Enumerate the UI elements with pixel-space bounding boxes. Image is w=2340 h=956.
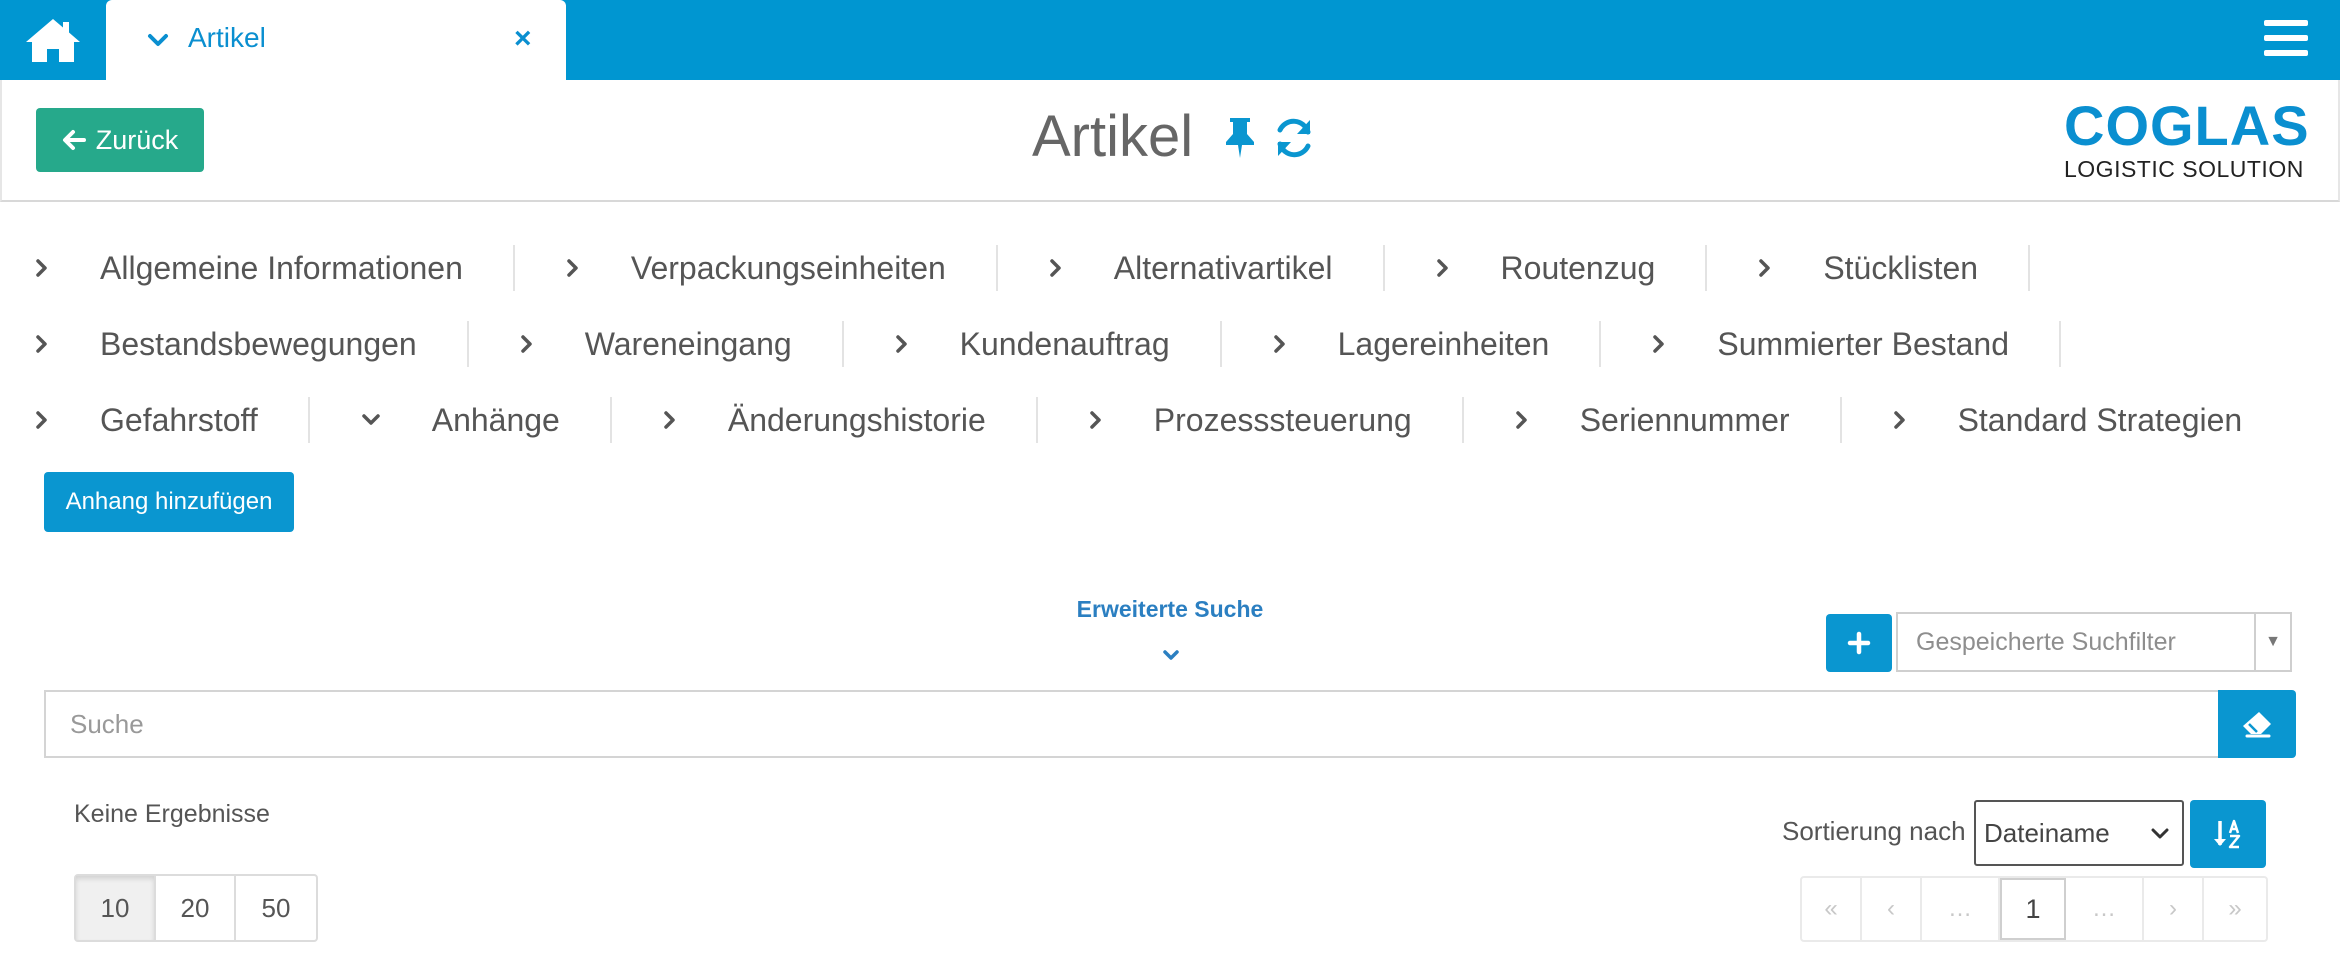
saved-filter-placeholder: Gespeicherte Suchfilter [1916, 628, 2176, 656]
sort-direction-button[interactable] [2190, 800, 2266, 868]
add-search-filter-button[interactable] [1826, 614, 1892, 672]
nav-item-label: Prozesssteuerung [1153, 401, 1412, 438]
pagination-next[interactable]: › [2144, 878, 2204, 940]
chevron-right-icon [36, 411, 47, 429]
nav-item-label: Anhänge [431, 401, 560, 438]
nav-item-label: Kundenauftrag [959, 325, 1170, 362]
nav-item-label: Lagereinheiten [1337, 325, 1550, 362]
tab-close-button[interactable]: × [514, 20, 532, 58]
chevron-down-icon[interactable] [1160, 644, 1182, 666]
chevron-right-icon [1273, 335, 1285, 353]
chevron-right-icon [36, 335, 47, 353]
search-input[interactable] [44, 690, 2220, 758]
saved-search-filter-select[interactable]: Gespeicherte Suchfilter ▼ [1896, 612, 2292, 672]
pagination-last[interactable]: » [2204, 878, 2266, 940]
page-title: Artikel [1032, 104, 1194, 169]
nav-item-label: Alternativartikel [1113, 249, 1333, 286]
nav-item-label: Änderungshistorie [727, 401, 986, 438]
page-size-10[interactable]: 10 [76, 876, 156, 940]
nav-item-seriennummer[interactable]: Seriennummer [1514, 397, 1842, 443]
coglas-logo: COGLAS LOGISTIC SOLUTION [2064, 94, 2310, 188]
nav-item-label: Seriennummer [1579, 401, 1790, 438]
nav-row-1: Allgemeine Informationen Verpackungseinh… [34, 238, 2080, 298]
home-button[interactable] [0, 0, 106, 80]
nav-item-verpackungseinheiten[interactable]: Verpackungseinheiten [565, 245, 998, 291]
plus-icon [1847, 631, 1871, 655]
nav-row-3: Gefahrstoff Anhänge Änderungshistorie Pr… [34, 390, 2340, 450]
nav-item-label: Verpackungseinheiten [630, 249, 946, 286]
chevron-right-icon [1515, 411, 1527, 429]
dropdown-arrow-icon: ▼ [2254, 614, 2290, 670]
pagination: « ‹ … 1 … › » [1800, 876, 2268, 942]
eraser-icon [2243, 712, 2271, 738]
tab-label: Artikel [188, 22, 266, 53]
sort-field-value: Dateiname [1984, 818, 2110, 848]
nav-item-bestandsbewegungen[interactable]: Bestandsbewegungen [34, 321, 469, 367]
chevron-right-icon [1653, 335, 1665, 353]
chevron-right-icon [36, 259, 47, 277]
add-attachment-button[interactable]: Anhang hinzufügen [44, 472, 294, 532]
top-bar: Artikel × [0, 0, 2340, 80]
chevron-down-icon [148, 34, 168, 46]
nav-item-gefahrstoff[interactable]: Gefahrstoff [34, 397, 310, 443]
nav-item-summierter-bestand[interactable]: Summierter Bestand [1651, 321, 2062, 367]
nav-item-routenzug[interactable]: Routenzug [1435, 245, 1708, 291]
chevron-down-icon [2151, 828, 2169, 839]
nav-item-anhaenge[interactable]: Anhänge [360, 397, 612, 443]
pagination-first[interactable]: « [1802, 878, 1862, 940]
nav-item-aenderungshistorie[interactable]: Änderungshistorie [662, 397, 1038, 443]
chevron-right-icon [567, 259, 578, 277]
chevron-right-icon [1050, 259, 1061, 277]
nav-item-label: Wareneingang [584, 325, 792, 362]
clear-search-button[interactable] [2218, 690, 2296, 758]
chevron-right-icon [520, 335, 532, 353]
nav-item-label: Standard Strategien [1957, 401, 2243, 438]
pagination-current[interactable]: 1 [2000, 878, 2066, 940]
chevron-right-icon [1090, 411, 1101, 429]
home-icon [26, 19, 80, 62]
pagination-ellipsis-right: … [2066, 878, 2144, 940]
pagination-prev[interactable]: ‹ [1862, 878, 1922, 940]
back-button[interactable]: Zurück [36, 108, 204, 172]
sort-label: Sortierung nach [1782, 816, 1966, 846]
nav-item-label: Stücklisten [1823, 249, 1979, 286]
nav-item-label: Summierter Bestand [1717, 325, 2010, 362]
nav-item-prozesssteuerung[interactable]: Prozesssteuerung [1088, 397, 1464, 443]
tab-artikel[interactable]: Artikel × [106, 0, 566, 80]
sort-field-select[interactable]: Dateiname [1974, 800, 2184, 866]
chevron-right-icon [1759, 259, 1771, 277]
nav-item-label: Gefahrstoff [100, 401, 258, 438]
sort-alpha-asc-icon [2214, 819, 2241, 849]
refresh-icon[interactable] [1272, 116, 1316, 160]
chevron-right-icon [895, 335, 907, 353]
hamburger-menu-icon[interactable] [2264, 16, 2308, 60]
chevron-right-icon [1893, 411, 1905, 429]
back-button-label: Zurück [95, 124, 179, 155]
page-header: Zurück Artikel COGLAS LOGISTIC SOLUTION [0, 80, 2340, 202]
nav-row-2: Bestandsbewegungen Wareneingang Kundenau… [34, 314, 2111, 374]
extended-search-toggle[interactable]: Erweiterte Suche [1070, 596, 1270, 623]
nav-item-lagereinheiten[interactable]: Lagereinheiten [1272, 321, 1602, 367]
pin-icon[interactable] [1222, 116, 1258, 160]
arrow-left-icon [62, 130, 86, 150]
nav-item-label: Allgemeine Informationen [100, 249, 463, 286]
chevron-right-icon [1436, 259, 1448, 277]
page-size-20[interactable]: 20 [156, 876, 236, 940]
page-size-50[interactable]: 50 [236, 876, 316, 940]
nav-item-stuecklisten[interactable]: Stücklisten [1757, 245, 2031, 291]
results-status: Keine Ergebnisse [74, 800, 270, 828]
logo-tagline: LOGISTIC SOLUTION [2064, 156, 2304, 182]
nav-item-label: Bestandsbewegungen [100, 325, 417, 362]
nav-item-label: Routenzug [1500, 249, 1656, 286]
pagination-ellipsis-left: … [1922, 878, 2000, 940]
page-size-group: 10 20 50 [74, 874, 318, 942]
nav-item-alternativartikel[interactable]: Alternativartikel [1048, 245, 1385, 291]
logo-wordmark: COGLAS [2064, 94, 2310, 157]
nav-item-allgemeine-informationen[interactable]: Allgemeine Informationen [34, 245, 515, 291]
chevron-right-icon [664, 411, 675, 429]
nav-item-wareneingang[interactable]: Wareneingang [519, 321, 844, 367]
nav-item-standard-strategien[interactable]: Standard Strategien [1892, 397, 2293, 443]
chevron-down-icon [361, 414, 380, 425]
nav-item-kundenauftrag[interactable]: Kundenauftrag [894, 321, 1222, 367]
